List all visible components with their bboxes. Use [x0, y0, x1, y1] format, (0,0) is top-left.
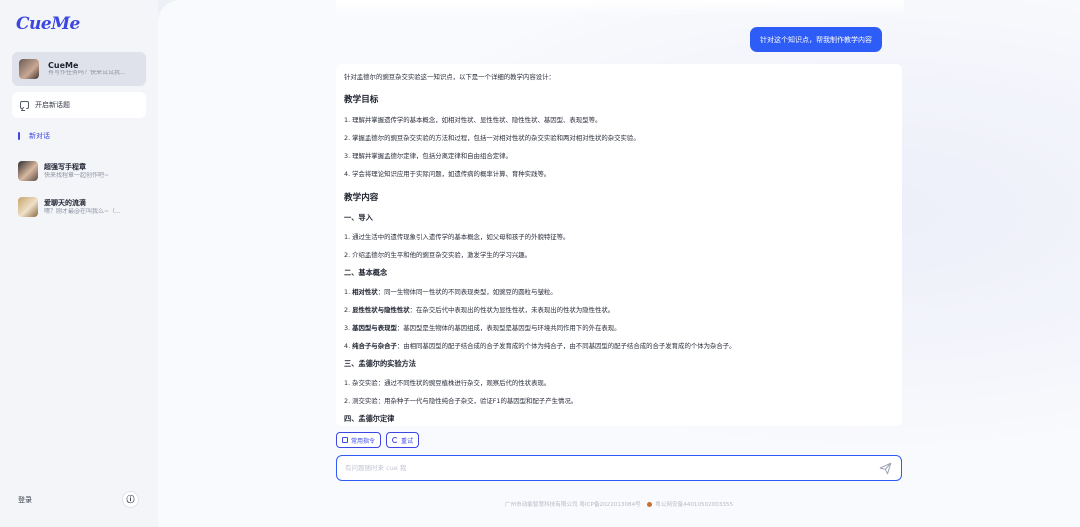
info-icon[interactable]: ⓘ: [122, 491, 139, 508]
conversation-subtitle: 快来找程章一起创作吧~: [44, 171, 110, 179]
section-heading: 四、孟德尔定律: [344, 414, 395, 423]
login-link[interactable]: 登录: [18, 495, 32, 505]
list-item: 3. 理解并掌握孟德尔定律，包括分离定律和自由组合定律。: [344, 152, 512, 160]
sidebar: CueMe CueMe 有写作任务吗？快来试试我... 开启新话题 新对话 超强…: [0, 0, 158, 527]
new-chat-label: 新对话: [29, 132, 50, 140]
list-item: 1. 理解并掌握遗传学的基本概念，如相对性状、显性性状、隐性性状、基因型、表现型…: [344, 116, 602, 124]
list-item: 1. 相对性状：同一生物体同一性状的不同表现类型，如豌豆的圆粒与皱粒。: [344, 288, 557, 296]
agent-card[interactable]: CueMe 有写作任务吗？快来试试我...: [12, 52, 146, 86]
active-indicator: [18, 132, 20, 140]
top-fade: [336, 0, 904, 16]
quick-actions: 常用指令 重试: [336, 432, 420, 448]
agent-avatar: [19, 59, 39, 79]
list-item: 4. 学会将理论知识应用于实际问题，如遗传病的概率计算、育种实践等。: [344, 170, 551, 178]
list-item: 3. 基因型与表现型：基因型是生物体的基因组成，表现型是基因型与环境共同作用下的…: [344, 324, 621, 332]
new-topic-button[interactable]: 开启新话题: [12, 92, 146, 118]
refresh-icon: [392, 437, 399, 443]
chat-input-box[interactable]: [336, 455, 902, 481]
chat-bubble-icon: [20, 101, 29, 109]
conversation-avatar: [18, 161, 38, 181]
retry-button[interactable]: 重试: [386, 432, 420, 448]
conversation-item[interactable]: 超强写手程章 快来找程章一起创作吧~: [18, 160, 148, 182]
list-item: 2. 掌握孟德尔的豌豆杂交实验的方法和过程，包括一对相对性状的杂交实验和两对相对…: [344, 134, 640, 142]
answer-intro: 针对孟德尔的豌豆杂交实验这一知识点，以下是一个详细的教学内容设计：: [344, 73, 555, 81]
sidebar-item-new-chat[interactable]: 新对话: [18, 131, 50, 141]
section-heading: 二、基本概念: [344, 268, 388, 277]
conversation-item[interactable]: 爱聊天的流滴 嘿？刚才最@在叫我么~（...: [18, 196, 148, 218]
common-commands-button[interactable]: 常用指令: [336, 432, 382, 448]
section-heading: 一、导入: [344, 213, 373, 222]
app-logo[interactable]: CueMe: [16, 14, 80, 34]
list-item: 1. 杂交实验：通过不同性状的豌豆植株进行杂交，观察后代的性状表现。: [344, 379, 551, 387]
list-item: 1. 通过生活中的遗传现象引入遗传学的基本概念，如父母和孩子的外貌特征等。: [344, 233, 570, 241]
heading-goals: 教学目标: [344, 95, 379, 105]
heading-content: 教学内容: [344, 193, 379, 203]
list-item: 2. 测交实验：用杂种子一代与隐性纯合子杂交，验证F1的基因型和配子产生情况。: [344, 397, 578, 405]
police-license[interactable]: 粤公网安备44010502003355: [655, 502, 733, 508]
conversation-title: 爱聊天的流滴: [44, 199, 86, 208]
send-icon[interactable]: [879, 462, 892, 475]
new-topic-label: 开启新话题: [35, 101, 70, 109]
assistant-answer: 针对孟德尔的豌豆杂交实验这一知识点，以下是一个详细的教学内容设计： 教学目标 1…: [336, 64, 902, 426]
footer: 广州市动能智慧科技有限公司 粤ICP备2022013084号 粤公网安备4401…: [336, 500, 902, 508]
list-item: 4. 纯合子与杂合子：由相同基因型的配子结合成的合子发育成的个体为纯合子，由不同…: [344, 342, 736, 350]
police-badge-icon: [646, 501, 652, 507]
list-item: 2. 显性性状与隐性性状：在杂交后代中表现出的性状为显性性状，未表现出的性状为隐…: [344, 306, 615, 314]
list-item: 2. 介绍孟德尔的生平和他的豌豆杂交实验，激发学生的学习兴趣。: [344, 251, 532, 259]
conversation-subtitle: 嘿？刚才最@在叫我么~（...: [44, 207, 121, 215]
command-icon: [342, 437, 348, 443]
conversation-avatar: [18, 197, 38, 217]
agent-subtitle: 有写作任务吗？快来试试我...: [48, 70, 126, 77]
chat-input[interactable]: [345, 464, 865, 472]
agent-name: CueMe: [48, 60, 79, 70]
conversation-title: 超强写手程章: [44, 163, 86, 172]
section-heading: 三、孟德尔的实验方法: [344, 359, 416, 368]
user-message: 针对这个知识点，帮我制作教学内容: [750, 27, 882, 52]
icp-license[interactable]: 广州市动能智慧科技有限公司 粤ICP备2022013084号: [505, 502, 641, 508]
